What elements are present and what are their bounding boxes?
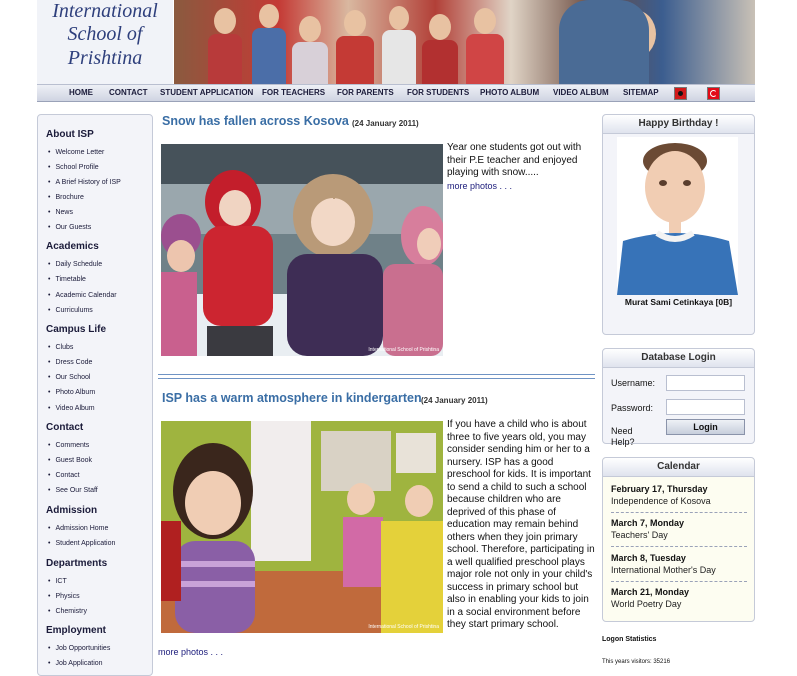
nav-photo-album[interactable]: PHOTO ALBUM (480, 88, 539, 97)
sidebar-item-ict[interactable]: ICT (48, 578, 66, 585)
calendar-entry-date: March 21, Monday (611, 587, 690, 597)
birthday-photo[interactable] (617, 137, 738, 295)
calendar-entry-date: March 7, Monday (611, 518, 685, 528)
logo-line-2: School of (67, 23, 143, 45)
sidebar-item-see-our-staff[interactable]: See Our Staff (48, 487, 97, 494)
calendar-entry[interactable]: March 7, Monday Teachers' Day (611, 518, 747, 547)
sidebar-item-our-school[interactable]: Our School (48, 374, 90, 381)
calendar-entry-date: March 8, Tuesday (611, 553, 686, 563)
photo-watermark: International School of Prishtina (368, 624, 439, 630)
visitors-count: This years visitors: 35216 (602, 659, 671, 665)
kindergarten-photo-illustration (161, 421, 443, 633)
sidebar-item-job-opportunities[interactable]: Job Opportunities (48, 645, 110, 652)
calendar-entry[interactable]: March 8, Tuesday International Mother's … (611, 553, 747, 582)
calendar-title: Calendar (603, 458, 754, 477)
calendar-entry-date: February 17, Thursday (611, 484, 708, 494)
login-button[interactable]: Login (666, 419, 745, 435)
sidebar-item-video-album[interactable]: Video Album (48, 405, 94, 412)
login-panel: Database Login Username: Password: Need … (602, 348, 755, 447)
header: International School of Prishtina (37, 0, 755, 84)
sidebar: About ISP Welcome Letter School Profile … (37, 114, 153, 676)
sidebar-item-guest-book[interactable]: Guest Book (48, 457, 92, 464)
nav-sitemap[interactable]: SITEMAP (623, 88, 659, 97)
sidebar-item-our-guests[interactable]: Our Guests (48, 224, 91, 231)
birthday-title: Happy Birthday ! (603, 115, 754, 134)
nav-for-teachers[interactable]: FOR TEACHERS (262, 88, 325, 97)
calendar-panel: Calendar February 17, Thursday Independe… (602, 457, 755, 622)
article-date: (24 January 2011) (352, 119, 419, 128)
article-title[interactable]: Snow has fallen across Kosova (162, 114, 349, 128)
article-photo-snow[interactable]: International School of Prishtina (161, 144, 443, 356)
sidebar-item-daily-schedule[interactable]: Daily Schedule (48, 261, 102, 268)
sidebar-item-academic-calendar[interactable]: Academic Calendar (48, 292, 116, 299)
article-date: (24 January 2011) (421, 396, 488, 405)
nav-contact[interactable]: CONTACT (109, 88, 148, 97)
article-body: If you have a child who is about three t… (447, 419, 595, 630)
article-photo-kindergarten[interactable]: International School of Prishtina (161, 421, 443, 633)
sidebar-item-photo-album[interactable]: Photo Album (48, 389, 95, 396)
albania-flag-icon[interactable] (674, 87, 687, 100)
sidebar-heading-contact: Contact (46, 422, 84, 433)
logon-statistics-title: Logon Statistics (602, 636, 657, 643)
photo-watermark: International School of Prishtina (368, 347, 439, 353)
birthday-name: Murat Sami Cetinkaya [0B] (624, 297, 733, 307)
nav-video-album[interactable]: VIDEO ALBUM (553, 88, 609, 97)
more-photos-link[interactable]: more photos . . . (158, 647, 223, 657)
calendar-entry[interactable]: March 21, Monday World Poetry Day (611, 587, 747, 615)
sidebar-item-student-application[interactable]: Student Application (48, 540, 115, 547)
sidebar-item-school-profile[interactable]: School Profile (48, 164, 98, 171)
logo-line-3: Prishtina (67, 47, 143, 69)
sidebar-heading-campus-life: Campus Life (46, 324, 107, 335)
calendar-entry-event: International Mother's Day (611, 565, 716, 575)
more-photos-link[interactable]: more photos . . . (447, 181, 512, 191)
birthday-panel: Happy Birthday ! Murat Sami Cetinkaya [0… (602, 114, 755, 335)
calendar-entry[interactable]: February 17, Thursday Independence of Ko… (611, 484, 747, 513)
sidebar-item-admission-home[interactable]: Admission Home (48, 525, 108, 532)
article-summary: Year one students got out with their P.E… (447, 142, 595, 193)
sidebar-heading-departments: Departments (46, 558, 108, 569)
header-banner-photo (174, 0, 755, 84)
birthday-portrait (617, 137, 738, 295)
calendar-entry-event: World Poetry Day (611, 599, 682, 609)
article-title[interactable]: ISP has a warm atmosphere in kindergarte… (162, 391, 422, 405)
password-label: Password: (611, 403, 654, 413)
main-nav: HOME CONTACT STUDENT APPLICATION FOR TEA… (37, 84, 755, 102)
logo-line-1: International (52, 0, 158, 22)
nav-home[interactable]: HOME (69, 88, 93, 97)
sidebar-item-timetable[interactable]: Timetable (48, 276, 85, 283)
calendar-entry-event: Independence of Kosova (611, 496, 711, 506)
sidebar-item-contact[interactable]: Contact (48, 472, 79, 479)
nav-student-application[interactable]: STUDENT APPLICATION (160, 88, 253, 97)
sidebar-item-comments[interactable]: Comments (48, 442, 89, 449)
sidebar-item-clubs[interactable]: Clubs (48, 344, 73, 351)
sidebar-item-news[interactable]: News (48, 209, 73, 216)
username-input[interactable] (666, 375, 745, 391)
sidebar-item-dress-code[interactable]: Dress Code (48, 359, 92, 366)
sidebar-item-curriculums[interactable]: Curriculums (48, 307, 92, 314)
sidebar-heading-employment: Employment (46, 625, 107, 636)
sidebar-item-physics[interactable]: Physics (48, 593, 79, 600)
article-summary-text: Year one students got out with their P.E… (447, 142, 582, 178)
sidebar-heading-admission: Admission (46, 505, 98, 516)
sidebar-item-brochure[interactable]: Brochure (48, 194, 83, 201)
password-input[interactable] (666, 399, 745, 415)
calendar-entry-event: Teachers' Day (611, 530, 668, 540)
sidebar-heading-about-isp: About ISP (46, 129, 94, 140)
sidebar-item-brief-history[interactable]: A Brief History of ISP (48, 179, 120, 186)
snow-photo-illustration (161, 144, 443, 356)
sidebar-item-chemistry[interactable]: Chemistry (48, 608, 87, 615)
sidebar-item-welcome-letter[interactable]: Welcome Letter (48, 149, 104, 156)
sidebar-item-job-application[interactable]: Job Application (48, 660, 102, 667)
login-title: Database Login (603, 349, 754, 368)
turkey-flag-icon[interactable] (707, 87, 720, 100)
article-divider (158, 374, 595, 379)
nav-for-students[interactable]: FOR STUDENTS (407, 88, 469, 97)
sidebar-heading-academics: Academics (46, 241, 99, 252)
username-label: Username: (611, 378, 656, 388)
need-help-link[interactable]: Need Help? (611, 426, 647, 448)
nav-for-parents[interactable]: FOR PARENTS (337, 88, 394, 97)
school-logo[interactable]: International School of Prishtina (37, 0, 173, 84)
